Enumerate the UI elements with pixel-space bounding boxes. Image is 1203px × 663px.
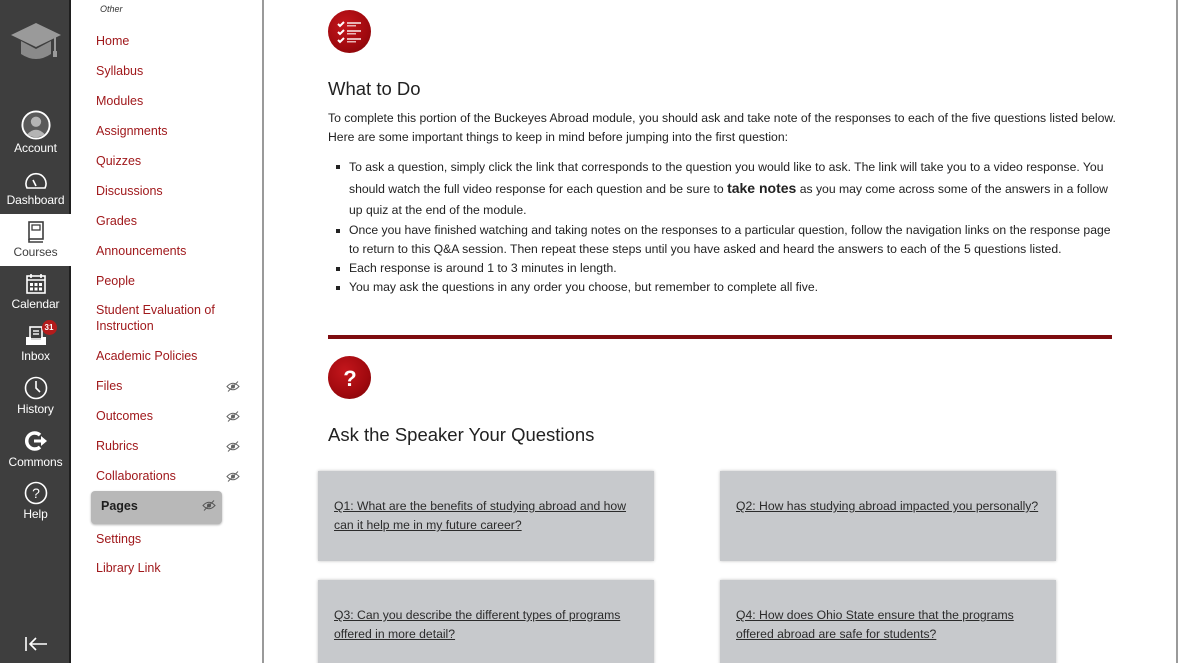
question-card: Q4: How does Ohio State ensure that the … <box>720 580 1056 663</box>
hidden-eye-icon <box>226 411 240 422</box>
global-nav-history-label: History <box>17 402 54 416</box>
course-nav-files-label: Files <box>96 379 123 393</box>
courses-icon <box>21 220 51 244</box>
page-content: What to Do To complete this portion of t… <box>264 0 1176 663</box>
inbox-unread-badge: 31 <box>41 320 57 335</box>
section-title-ask-speaker: Ask the Speaker Your Questions <box>328 424 595 445</box>
course-nav-student-evaluation[interactable]: Student Evaluation of Instruction <box>96 302 236 334</box>
global-nav-inbox[interactable]: 31 Inbox <box>0 320 71 363</box>
hidden-eye-icon <box>226 471 240 482</box>
global-nav-courses-label: Courses <box>13 245 58 259</box>
inbox-icon: 31 <box>21 320 57 348</box>
global-nav-calendar[interactable]: Calendar <box>0 272 71 311</box>
history-icon <box>21 375 51 401</box>
global-nav-inbox-label: Inbox <box>21 349 50 363</box>
course-nav-quizzes[interactable]: Quizzes <box>96 153 141 169</box>
course-nav-outcomes-label: Outcomes <box>96 409 153 423</box>
course-nav-discussions[interactable]: Discussions <box>96 183 163 199</box>
course-nav: Other Home Syllabus Modules Assignments … <box>72 0 262 663</box>
course-nav-rubrics-label: Rubrics <box>96 439 139 453</box>
global-nav-dashboard[interactable]: Dashboard <box>0 170 71 207</box>
question-card: Q1: What are the benefits of studying ab… <box>318 471 654 561</box>
course-nav-rubrics[interactable]: Rubrics <box>96 438 246 454</box>
hidden-eye-icon <box>226 441 240 452</box>
course-nav-collaborations[interactable]: Collaborations <box>96 468 246 484</box>
section-divider <box>328 335 1112 339</box>
course-nav-announcements[interactable]: Announcements <box>96 243 186 259</box>
account-icon <box>20 110 51 140</box>
global-nav-commons-label: Commons <box>8 455 63 469</box>
global-nav-help[interactable]: ? Help <box>0 480 71 521</box>
hidden-eye-icon <box>202 500 216 511</box>
collapse-nav-icon <box>25 637 47 651</box>
course-nav-outcomes[interactable]: Outcomes <box>96 408 246 424</box>
global-nav-account[interactable]: Account <box>0 110 71 155</box>
list-item: Once you have finished watching and taki… <box>328 221 1118 259</box>
svg-text:?: ? <box>343 366 356 391</box>
course-nav-modules[interactable]: Modules <box>96 93 143 109</box>
global-nav-commons[interactable]: Commons <box>0 428 71 469</box>
question-card: Q3: Can you describe the different types… <box>318 580 654 663</box>
intro-paragraph: To complete this portion of the Buckeyes… <box>328 111 1116 144</box>
collapse-nav-button[interactable] <box>22 632 50 656</box>
course-nav-people[interactable]: People <box>96 273 135 289</box>
calendar-icon <box>21 272 51 296</box>
canvas-logo[interactable] <box>0 0 71 86</box>
course-nav-pages[interactable]: Pages <box>91 491 222 524</box>
svg-text:?: ? <box>32 485 40 501</box>
course-nav-pages-label: Pages <box>101 499 138 513</box>
list-item: You may ask the questions in any order y… <box>328 278 1118 297</box>
checklist-icon <box>328 10 371 53</box>
course-nav-academic-policies[interactable]: Academic Policies <box>96 348 197 364</box>
question-link-q4[interactable]: Q4: How does Ohio State ensure that the … <box>736 608 1014 641</box>
course-nav-grades[interactable]: Grades <box>96 213 137 229</box>
course-nav-home[interactable]: Home <box>96 33 129 49</box>
global-nav-account-label: Account <box>14 141 57 155</box>
section-title-what-to-do: What to Do <box>328 78 421 99</box>
commons-icon <box>21 428 51 454</box>
global-nav-dashboard-label: Dashboard <box>6 193 65 207</box>
list-item: To ask a question, simply click the link… <box>328 157 1118 221</box>
graduation-cap-icon <box>10 23 61 59</box>
hidden-eye-icon <box>226 381 240 392</box>
global-nav-help-label: Help <box>23 507 48 521</box>
course-nav-syllabus[interactable]: Syllabus <box>96 63 143 79</box>
list-item: Each response is around 1 to 3 minutes i… <box>328 259 1118 278</box>
help-icon: ? <box>21 480 51 506</box>
dashboard-icon <box>21 170 51 192</box>
global-nav-courses[interactable]: Courses <box>0 214 71 266</box>
question-link-q2[interactable]: Q2: How has studying abroad impacted you… <box>736 499 1038 513</box>
global-nav-history[interactable]: History <box>0 375 71 416</box>
global-nav: Account Dashboard Courses Calendar 31 In… <box>0 0 71 663</box>
course-nav-files[interactable]: Files <box>96 378 246 394</box>
course-nav-settings[interactable]: Settings <box>96 531 141 547</box>
question-mark-icon: ? <box>328 356 371 399</box>
course-nav-assignments[interactable]: Assignments <box>96 123 168 139</box>
course-nav-heading: Other <box>100 4 123 14</box>
question-card: Q2: How has studying abroad impacted you… <box>720 471 1056 561</box>
take-notes-emphasis: take notes <box>727 180 797 196</box>
content-right-border <box>1176 0 1178 663</box>
course-nav-collaborations-label: Collaborations <box>96 469 176 483</box>
course-nav-library-link[interactable]: Library Link <box>96 560 161 576</box>
question-link-q3[interactable]: Q3: Can you describe the different types… <box>334 608 620 641</box>
global-nav-calendar-label: Calendar <box>11 297 60 311</box>
instructions-list: To ask a question, simply click the link… <box>328 157 1118 297</box>
question-link-q1[interactable]: Q1: What are the benefits of studying ab… <box>334 499 626 532</box>
